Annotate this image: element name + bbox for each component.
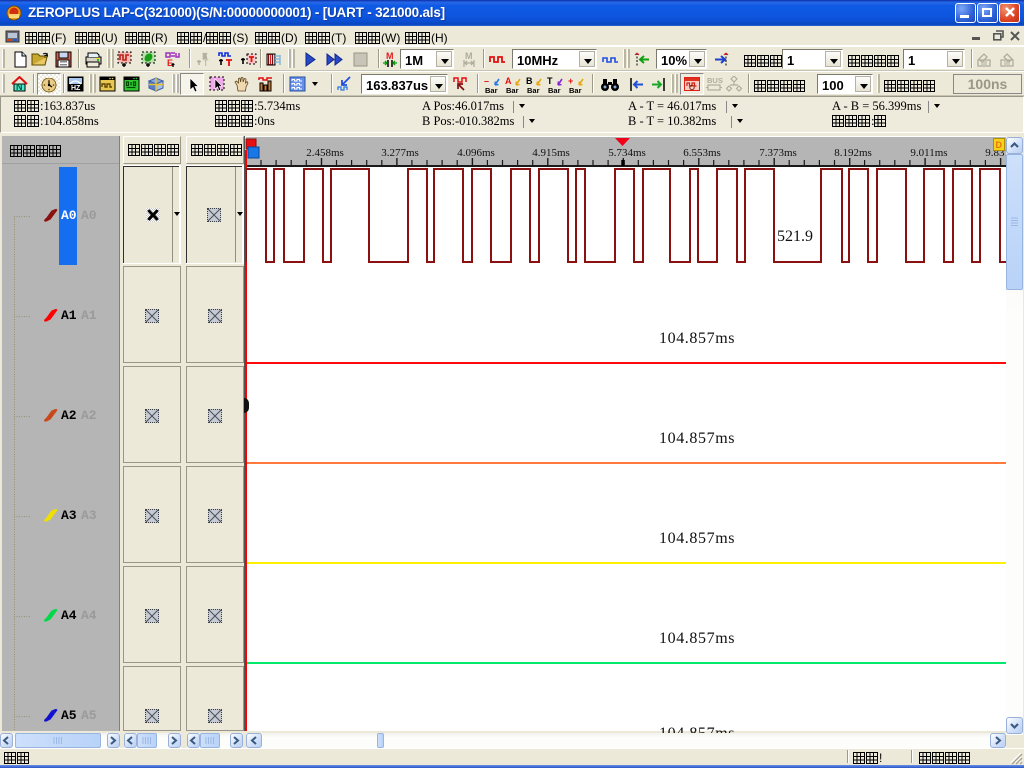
svg-text:Bar: Bar — [506, 86, 519, 94]
svg-text:T: T — [547, 76, 553, 86]
svg-text:N: N — [16, 82, 23, 92]
svg-text:Bar: Bar — [548, 86, 561, 94]
svg-text:M: M — [465, 51, 473, 61]
svg-text:Bar: Bar — [527, 86, 540, 94]
svg-text:–: – — [484, 76, 489, 86]
svg-text:Bar: Bar — [569, 86, 582, 94]
svg-text:E: E — [167, 58, 173, 68]
svg-text:HZ: HZ — [71, 85, 81, 92]
svg-text:T: T — [203, 58, 209, 68]
svg-text:B: B — [526, 76, 533, 86]
svg-text:M: M — [386, 51, 394, 61]
svg-text:+: + — [568, 76, 573, 86]
svg-text:D: D — [996, 140, 1003, 150]
svg-text:A: A — [505, 76, 512, 86]
svg-text:BUS: BUS — [707, 76, 723, 85]
svg-text:Bar: Bar — [485, 86, 498, 94]
